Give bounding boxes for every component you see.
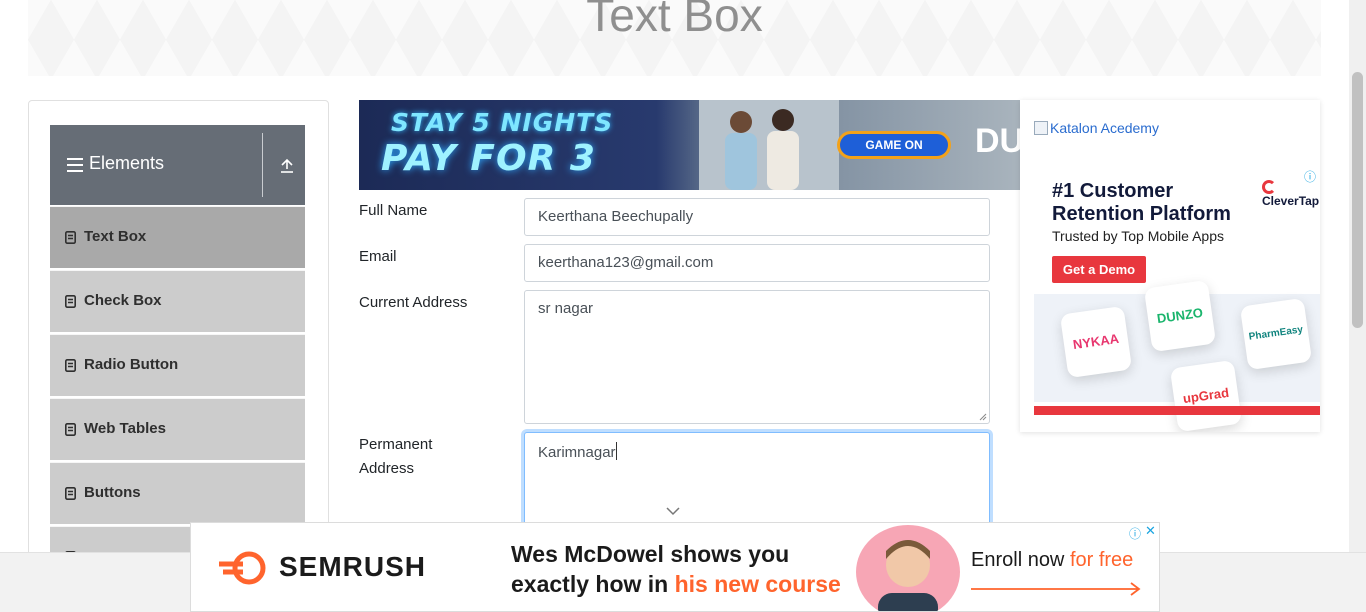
list-icon	[65, 487, 76, 500]
presenter-illustration	[878, 540, 938, 611]
semrush-logo-icon	[219, 551, 266, 585]
clevertap-bottom-bar	[1034, 406, 1320, 415]
resize-grip-icon[interactable]	[979, 413, 987, 421]
list-icon	[65, 231, 76, 244]
adchoices-icon[interactable]: ⓘ	[1129, 525, 1141, 542]
nykaa-tile: NYKAA	[1059, 305, 1133, 379]
upgrad-tile: upGrad	[1169, 359, 1243, 432]
clevertap-logo-icon	[1262, 180, 1276, 194]
sidebar-item-label: Check Box	[84, 292, 162, 309]
enroll-cta[interactable]: Enroll now for free	[971, 549, 1133, 572]
presenter-photo	[856, 525, 960, 611]
page-title: Text Box	[586, 0, 763, 41]
email-input[interactable]: keerthana123@gmail.com	[524, 244, 990, 282]
clevertap-headline-line1: #1 Customer	[1052, 180, 1174, 202]
semrush-headline-line2: exactly how in his new course	[511, 571, 841, 597]
clevertap-headline-line2: Retention Platform	[1052, 203, 1231, 225]
current-address-label: Current Address	[359, 294, 468, 311]
full-name-label: Full Name	[359, 202, 428, 219]
katalon-alt-text: Katalon Acedemy	[1050, 120, 1159, 136]
list-icon	[65, 295, 76, 308]
ad-game-on-button[interactable]: GAME ON	[837, 131, 951, 159]
ad-close-icon[interactable]: ✕	[1145, 524, 1156, 539]
permanent-address-label: Permanent Address	[359, 433, 432, 481]
pharmeasy-tile: PharmEasy	[1239, 297, 1313, 371]
clevertap-subtitle: Trusted by Top Mobile Apps	[1052, 228, 1224, 244]
ad-headline-line2: PAY FOR 3	[381, 138, 596, 179]
current-address-textarea[interactable]: sr nagar	[524, 290, 990, 424]
menu-icon	[67, 158, 83, 172]
permanent-address-label-line1: Permanent	[359, 436, 433, 453]
collapse-up-icon[interactable]	[278, 157, 296, 175]
elements-group-header[interactable]: Elements	[50, 125, 305, 205]
sidebar-item-text-box[interactable]: Text Box	[50, 206, 305, 268]
sidebar-item-label: Text Box	[84, 228, 147, 245]
dunzo-tile: DUNZO	[1143, 279, 1217, 353]
ad-headline-line1: STAY 5 NIGHTS	[391, 108, 614, 137]
semrush-brand: SEMRUSH	[279, 551, 427, 582]
sidebar-item-web-tables[interactable]: Web Tables	[50, 398, 305, 460]
sidebar-item-label: Web Tables	[84, 420, 166, 437]
sidebar-item-buttons[interactable]: Buttons	[50, 462, 305, 524]
bottom-ad[interactable]: SEMRUSH Wes McDowel shows you exactly ho…	[190, 522, 1160, 612]
semrush-headline: Wes McDowel shows you exactly how in his…	[511, 539, 841, 599]
permanent-address-value: Karimnagar	[538, 444, 616, 461]
arrow-right-icon	[971, 582, 1141, 596]
page-banner: Text Box	[28, 0, 1321, 76]
sidebar-item-radio-button[interactable]: Radio Button	[50, 334, 305, 396]
list-icon	[65, 359, 76, 372]
right-ad[interactable]: Katalon Acedemy #1 Customer Retention Pl…	[1020, 100, 1320, 432]
page-scrollbar[interactable]	[1349, 0, 1366, 552]
sidebar-item-label: Buttons	[84, 484, 141, 501]
scrollbar-thumb[interactable]	[1352, 72, 1363, 328]
top-ad-banner[interactable]: STAY 5 NIGHTS PAY FOR 3 GAME ON DU	[359, 100, 1020, 190]
permanent-address-label-line2: Address	[359, 460, 415, 477]
full-name-input[interactable]: Keerthana Beechupally	[524, 198, 990, 236]
current-address-value: sr nagar	[538, 300, 594, 317]
ad-people-image	[699, 100, 839, 190]
ad-brand-partial: DU	[975, 122, 1020, 160]
broken-image-icon	[1034, 121, 1048, 135]
get-demo-button[interactable]: Get a Demo	[1052, 256, 1146, 283]
sidebar-item-check-box[interactable]: Check Box	[50, 270, 305, 332]
clevertap-headline: #1 Customer Retention Platform	[1052, 180, 1231, 226]
group-title: Elements	[89, 153, 165, 173]
katalon-broken-image[interactable]: Katalon Acedemy	[1034, 120, 1159, 136]
sidebar-item-label: Radio Button	[84, 356, 179, 373]
chevron-down-icon	[666, 507, 680, 516]
email-label: Email	[359, 248, 397, 265]
semrush-headline-line1: Wes McDowel shows you	[511, 541, 790, 567]
clevertap-ad[interactable]: #1 Customer Retention Platform Trusted b…	[1034, 166, 1320, 432]
text-cursor	[615, 442, 617, 460]
adchoices-icon[interactable]: ⓘ	[1304, 168, 1316, 185]
header-divider	[262, 133, 263, 197]
list-icon	[65, 423, 76, 436]
